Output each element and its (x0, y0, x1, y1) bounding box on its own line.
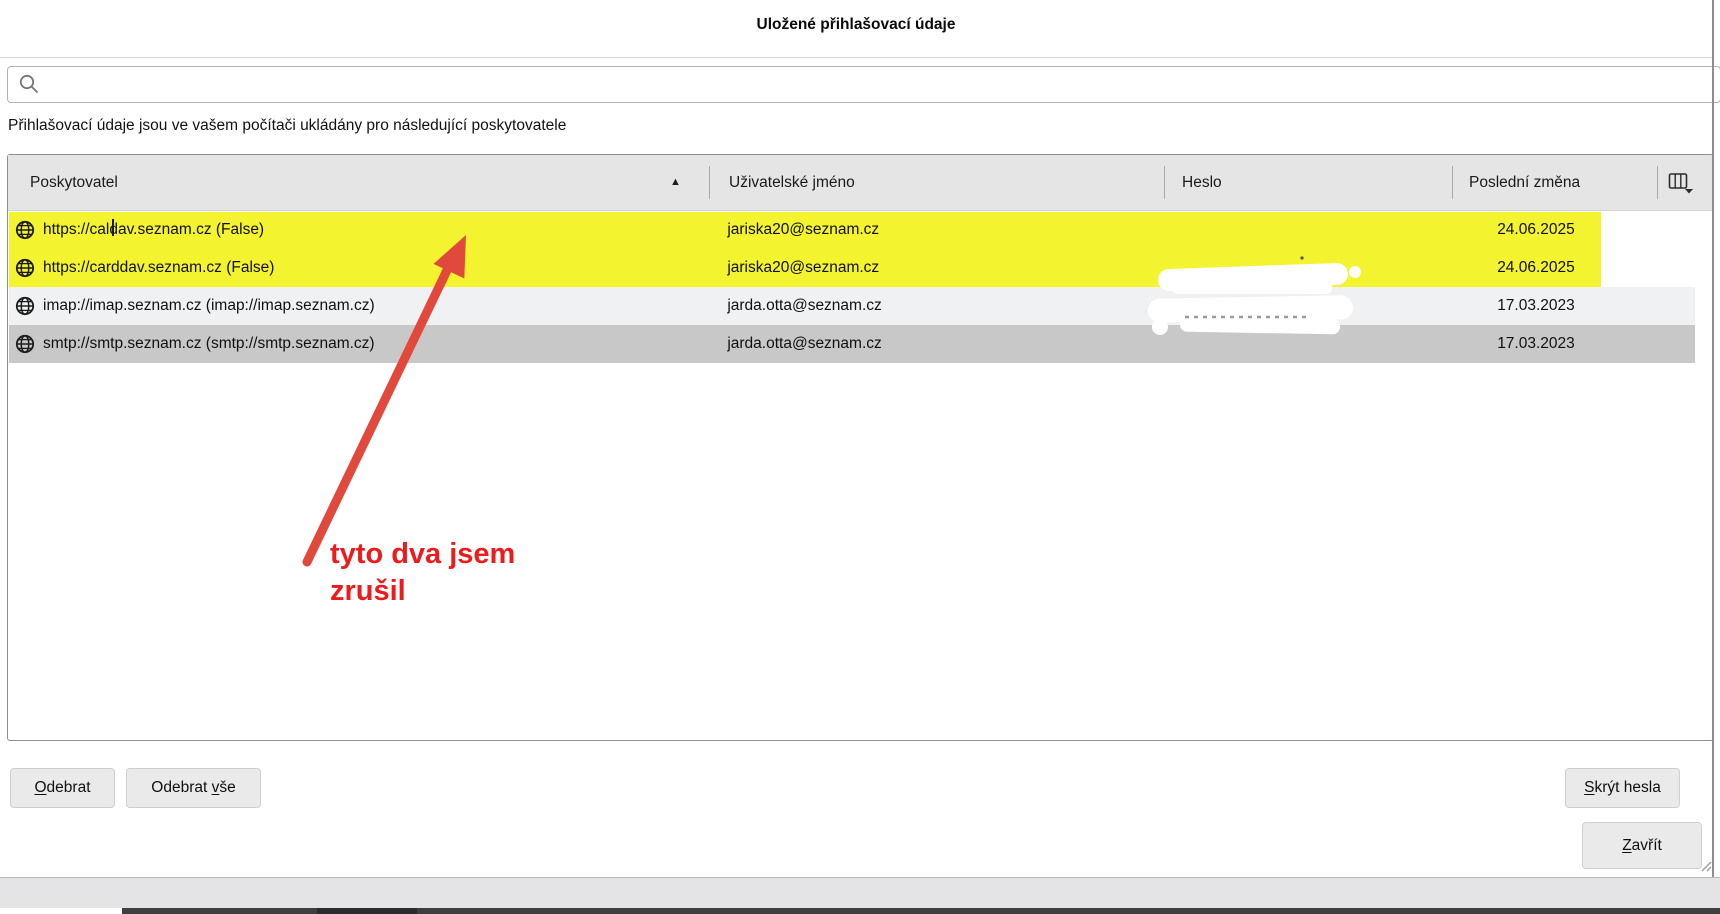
password-cell (1177, 249, 1480, 287)
annotation-line-1: tyto dva jsem (330, 538, 516, 570)
table-row-selected[interactable]: smtp://smtp.seznam.cz (smtp://smtp.sezna… (9, 325, 1695, 363)
provider-cell: imap://imap.seznam.cz (imap://imap.sezna… (9, 287, 707, 325)
provider-cell: smtp://smtp.seznam.cz (smtp://smtp.sezna… (9, 325, 707, 363)
annotation-line-2: zrušil (330, 575, 406, 607)
title-separator (0, 57, 1712, 58)
table-row[interactable]: https://carddav.seznam.cz (False) jarisk… (9, 249, 1695, 287)
resize-grip[interactable] (1696, 856, 1712, 872)
column-header-password[interactable]: Heslo (1164, 155, 1470, 210)
username-text: jarda.otta@seznam.cz (727, 297, 882, 314)
window-right-border (1712, 0, 1714, 878)
remove-button[interactable]: Odebrat (10, 768, 115, 808)
column-header-last-changed[interactable]: Poslední změna (1452, 155, 1674, 210)
username-text: jariska20@seznam.cz (727, 221, 880, 238)
last-changed-text: 24.06.2025 (1497, 259, 1575, 276)
taskbar-edge-segment (122, 908, 317, 914)
remove-all-button[interactable]: Odebrat vše (126, 768, 261, 808)
password-cell (1177, 211, 1480, 249)
password-cell-redacted (1177, 325, 1480, 363)
page-title: Uložené přihlašovací údaje (756, 16, 956, 33)
provider-text: smtp://smtp.seznam.cz (smtp://smtp.sezna… (43, 335, 375, 352)
last-changed-text: 17.03.2023 (1497, 297, 1575, 314)
table-row[interactable]: https://caldav.seznam.cz (False) jariska… (9, 211, 1695, 249)
table-header: Poskytovatel ▲ Uživatelské jméno Heslo P… (8, 155, 1713, 211)
description-text: Přihlašovací údaje jsou ve vašem počítač… (8, 117, 567, 134)
handwritten-annotation: tyto dva jsem zrušil (330, 536, 515, 610)
provider-text: https://carddav.seznam.cz (False) (43, 259, 275, 276)
globe-icon (15, 296, 35, 316)
column-header-username[interactable]: Uživatelské jméno (709, 155, 1184, 210)
logins-table: Poskytovatel ▲ Uživatelské jméno Heslo P… (7, 154, 1714, 741)
hide-passwords-button[interactable]: Skrýt hesla (1565, 768, 1680, 808)
close-button[interactable]: Zavřít (1582, 822, 1702, 869)
last-changed-text: 24.06.2025 (1497, 221, 1575, 238)
last-changed-text: 17.03.2023 (1497, 335, 1575, 352)
provider-text: imap://imap.seznam.cz (imap://imap.sezna… (43, 297, 375, 314)
taskbar-edge-segment (417, 908, 1720, 914)
column-header-provider[interactable]: Poskytovatel (8, 155, 731, 210)
column-divider[interactable] (1657, 166, 1658, 199)
search-icon (19, 74, 38, 93)
taskbar-edge-segment (317, 908, 417, 914)
sort-ascending-icon: ▲ (670, 176, 681, 188)
desktop-strip (0, 878, 1720, 908)
globe-icon (15, 258, 35, 278)
password-cell-redacted (1177, 287, 1480, 325)
column-picker-icon[interactable] (1668, 172, 1694, 194)
text-cursor-artifact (112, 219, 114, 236)
globe-icon (15, 334, 35, 354)
table-row[interactable]: imap://imap.seznam.cz (imap://imap.sezna… (9, 287, 1695, 325)
globe-icon (15, 220, 35, 240)
search-input[interactable] (7, 66, 1720, 103)
username-text: jarda.otta@seznam.cz (727, 335, 882, 352)
provider-text: https://caldav.seznam.cz (False) (43, 221, 265, 238)
provider-cell: https://carddav.seznam.cz (False) (9, 249, 707, 287)
username-text: jariska20@seznam.cz (727, 259, 880, 276)
